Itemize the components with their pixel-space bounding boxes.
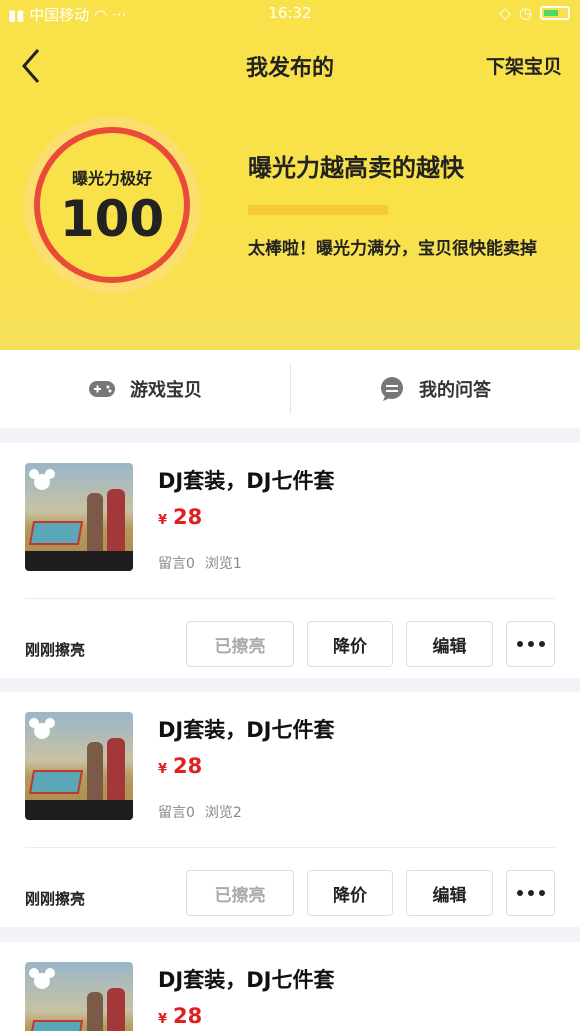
reduce-price-button[interactable]: 降价: [307, 870, 393, 916]
card-divider: [25, 847, 555, 848]
tab-my-qa[interactable]: 我的问答: [290, 350, 580, 428]
character-graphic: [87, 992, 103, 1031]
item-title[interactable]: DJ套装，DJ七件套: [158, 714, 335, 744]
crate-graphic: [28, 1020, 84, 1031]
refresh-status: 刚刚擦亮: [25, 641, 86, 659]
mouse-head-icon: [29, 469, 55, 490]
status-time: 16:32: [268, 4, 312, 22]
refresh-status: 刚刚擦亮: [25, 890, 86, 908]
mouse-head-icon: [29, 718, 55, 739]
edit-button[interactable]: 编辑: [406, 870, 493, 916]
character-graphic: [107, 489, 125, 553]
tab-divider: [290, 364, 291, 414]
currency-symbol: ¥: [158, 513, 168, 528]
price-amount: 28: [173, 1004, 203, 1028]
list-item[interactable]: DJ套装，DJ七件套 ¥28 留言0 浏览1 刚刚擦亮 已擦亮 降价 编辑: [0, 443, 580, 678]
item-stats: 留言0 浏览2: [158, 802, 242, 822]
item-stats: 留言0 浏览1: [158, 553, 242, 573]
comment-count: 留言0: [158, 805, 195, 821]
view-count: 浏览2: [204, 805, 242, 821]
tab-game-items[interactable]: 游戏宝贝: [0, 350, 290, 428]
price-amount: 28: [173, 754, 203, 778]
edit-button[interactable]: 编辑: [406, 621, 493, 667]
currency-symbol: ¥: [158, 1012, 168, 1027]
comment-count: 留言0: [158, 556, 195, 572]
more-dots-icon: [516, 641, 545, 647]
view-count: 浏览1: [204, 556, 242, 572]
refreshed-button[interactable]: 已擦亮: [186, 870, 294, 916]
battery-icon: [540, 6, 570, 20]
reduce-price-button[interactable]: 降价: [307, 621, 393, 667]
more-dots-icon: [516, 890, 545, 896]
item-price: ¥28: [158, 754, 202, 778]
crate-graphic: [28, 521, 84, 545]
score-value: 100: [59, 190, 165, 248]
character-graphic: [87, 493, 103, 553]
status-icons: ◇ ◷: [499, 4, 570, 22]
item-thumbnail[interactable]: [25, 962, 133, 1031]
item-thumbnail[interactable]: [25, 463, 133, 571]
tab-label: 我的问答: [419, 380, 491, 401]
refreshed-button[interactable]: 已擦亮: [186, 621, 294, 667]
tab-label: 游戏宝贝: [130, 380, 202, 401]
more-button[interactable]: [506, 870, 555, 916]
item-title[interactable]: DJ套装，DJ七件套: [158, 964, 335, 994]
item-price: ¥28: [158, 505, 202, 529]
exposure-headline: 曝光力越高卖的越快: [248, 154, 464, 182]
character-graphic: [107, 738, 125, 802]
gamepad-icon: [89, 381, 115, 397]
list-item[interactable]: DJ套装，DJ七件套 ¥28: [0, 942, 580, 1031]
headline-underline: [248, 205, 388, 215]
thumbnail-banner: [25, 551, 133, 571]
list-item[interactable]: DJ套装，DJ七件套 ¥28 留言0 浏览2 刚刚擦亮 已擦亮 降价 编辑: [0, 692, 580, 927]
crate-graphic: [28, 770, 84, 794]
thumbnail-banner: [25, 800, 133, 820]
currency-symbol: ¥: [158, 762, 168, 777]
mute-icon: ◇: [499, 4, 511, 22]
exposure-description: 太棒啦！曝光力满分，宝贝很快能卖掉: [248, 239, 537, 259]
tab-bar: 游戏宝贝 我的问答: [0, 350, 580, 428]
mouse-head-icon: [29, 968, 55, 989]
more-button[interactable]: [506, 621, 555, 667]
item-thumbnail[interactable]: [25, 712, 133, 820]
chat-bubble-icon: [381, 377, 403, 401]
status-bar: ▮▮ 中国移动 ◠ ··· 16:32 ◇ ◷: [0, 0, 580, 28]
alarm-icon: ◷: [518, 4, 532, 22]
item-price: ¥28: [158, 1004, 202, 1028]
item-title[interactable]: DJ套装，DJ七件套: [158, 465, 335, 495]
score-label: 曝光力极好: [71, 169, 152, 188]
delist-button[interactable]: 下架宝贝: [486, 52, 562, 79]
character-graphic: [87, 742, 103, 802]
card-divider: [25, 598, 555, 599]
price-amount: 28: [173, 505, 203, 529]
character-graphic: [107, 988, 125, 1031]
